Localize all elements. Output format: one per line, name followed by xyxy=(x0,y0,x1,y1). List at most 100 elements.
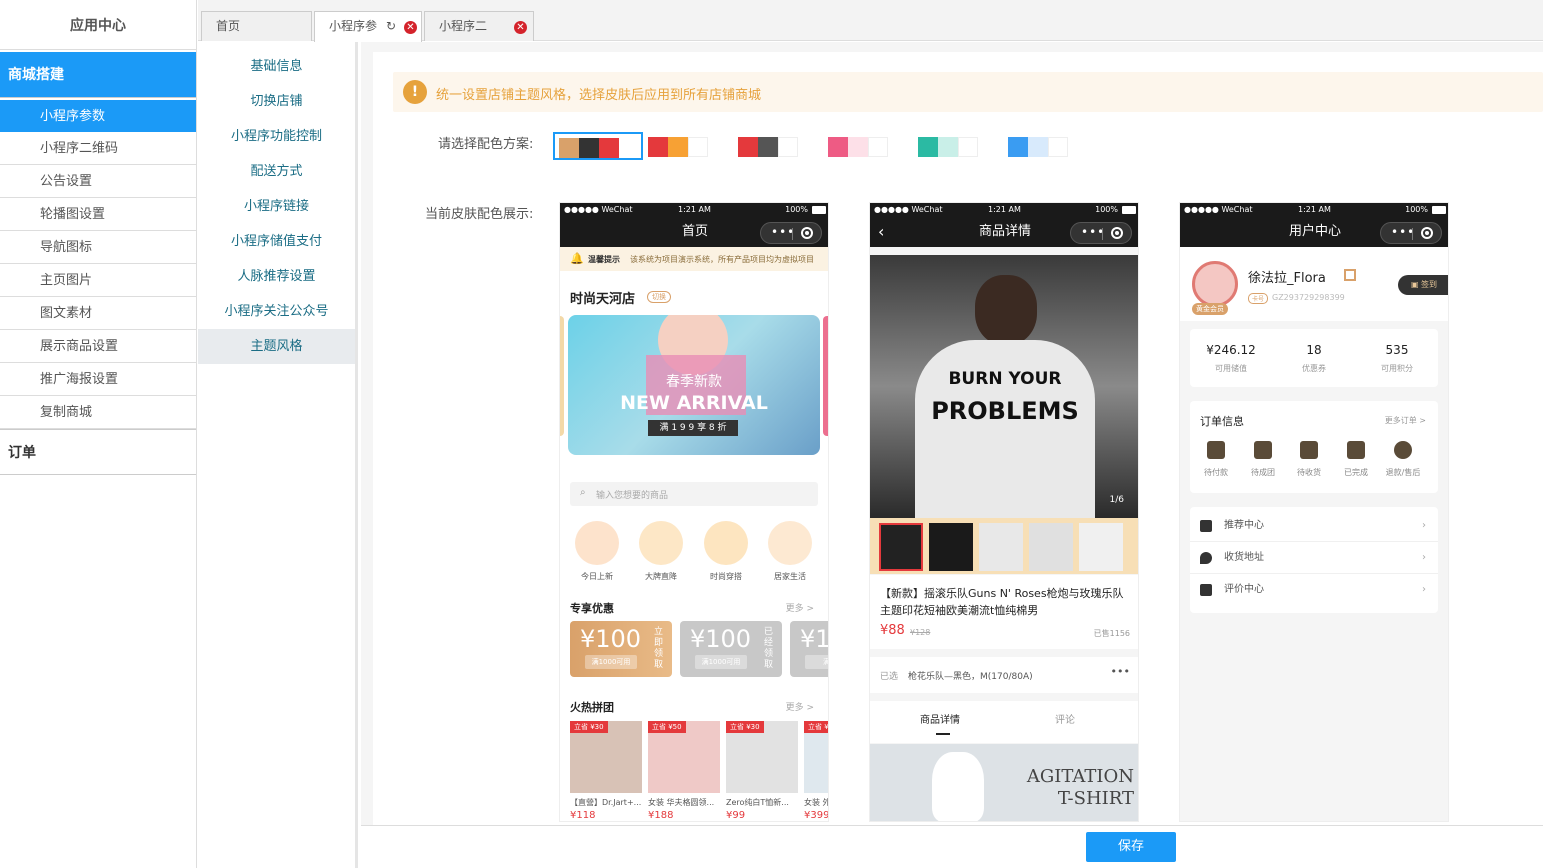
box-icon[interactable] xyxy=(1300,441,1318,459)
sidebar-item-showcase[interactable]: 展示商品设置 xyxy=(0,330,196,363)
stat-value: ¥246.12 xyxy=(1206,343,1256,357)
color-chip xyxy=(668,137,688,157)
order-label: 待收货 xyxy=(1297,468,1321,477)
sidebar-item-materials[interactable]: 图文素材 xyxy=(0,297,196,330)
banner-cn: 春季新款 xyxy=(666,374,722,390)
color-scheme-option[interactable] xyxy=(733,132,823,160)
color-chip xyxy=(559,138,579,158)
color-chip xyxy=(778,137,798,157)
submenu-switch-store[interactable]: 切换店铺 xyxy=(198,84,355,119)
spec-selector[interactable]: 已选 枪花乐队—黑色，M(170/80A) ••• xyxy=(870,657,1138,693)
color-chip xyxy=(828,137,848,157)
group-product-image[interactable]: 立省 ¥ xyxy=(804,721,828,793)
group-product-image[interactable]: 立省 ¥30 xyxy=(726,721,798,793)
submenu-theme-style[interactable]: 主题风格 xyxy=(198,329,355,364)
tab-review[interactable]: 评论 xyxy=(1055,711,1075,726)
card-tag: 卡号 xyxy=(1248,293,1269,304)
banner-sub: 满 1 9 9 享 8 折 xyxy=(648,420,738,436)
discount-more[interactable]: 更多 > xyxy=(786,601,814,614)
group-icon[interactable] xyxy=(1254,441,1272,459)
sidebar-item-miniapp-params[interactable]: 小程序参数 xyxy=(0,100,196,132)
sign-in-button[interactable]: ▣ 签到 xyxy=(1398,275,1448,295)
color-chip xyxy=(958,137,978,157)
color-scheme-option[interactable] xyxy=(553,132,643,160)
group-product-image[interactable]: 立省 ¥30 xyxy=(570,721,642,793)
refresh-icon[interactable]: ↻ xyxy=(386,20,398,32)
submenu-links[interactable]: 小程序链接 xyxy=(198,189,355,224)
sidebar-group-mall[interactable]: 商城搭建 xyxy=(0,52,196,98)
color-scheme-option[interactable] xyxy=(913,132,1003,160)
tab-miniapp-params[interactable]: 小程序参 ↻ ✕ xyxy=(314,11,422,42)
status-bar: ●●●●● WeChat 1:21 AM 100% xyxy=(560,203,828,217)
user-stats: ¥246.12 可用储值 18 优惠券 535 可用积分 xyxy=(1190,329,1438,387)
submenu-follow-official[interactable]: 小程序关注公众号 xyxy=(198,294,355,329)
category-item[interactable]: 今日上新 xyxy=(573,521,621,582)
menu-address[interactable]: 收货地址 › xyxy=(1190,542,1438,574)
close-icon[interactable]: ✕ xyxy=(404,21,417,34)
order-more[interactable]: 更多订单 > xyxy=(1385,415,1426,426)
thumbnail[interactable] xyxy=(1029,523,1073,571)
search-icon: ⌕ xyxy=(580,487,586,498)
sidebar-item-carousel[interactable]: 轮播图设置 xyxy=(0,198,196,231)
product-old-price: ¥128 xyxy=(910,628,931,637)
back-icon[interactable]: ‹ xyxy=(878,217,884,247)
nav-title: 用户中心 xyxy=(1288,224,1341,239)
coupon-card[interactable]: ¥100 满1000可用 立即领取 xyxy=(570,621,672,677)
menu-review[interactable]: 评价中心 › xyxy=(1190,574,1438,606)
coupon-card[interactable]: ¥100 满1000可用 已经领取 xyxy=(680,621,782,677)
menu-recommend[interactable]: 推荐中心 › xyxy=(1190,510,1438,542)
sidebar-item-poster[interactable]: 推广海报设置 xyxy=(0,363,196,396)
tab-product-detail[interactable]: 商品详情 xyxy=(920,711,960,726)
close-icon[interactable]: ✕ xyxy=(514,21,527,34)
search-input[interactable]: ⌕ 输入您想要的商品 xyxy=(570,482,818,506)
more-icon: ••• xyxy=(1110,665,1130,678)
coupon-card[interactable]: ¥1 满10 xyxy=(790,621,828,677)
sidebar-item-copy-mall[interactable]: 复制商城 xyxy=(0,396,196,429)
sidebar-item-nav-icons[interactable]: 导航图标 xyxy=(0,231,196,264)
status-carrier: ●●●●● WeChat xyxy=(564,205,633,214)
product-image[interactable]: BURN YOUR PROBLEMS 1/6 xyxy=(870,255,1138,518)
group-product-price: ¥399 xyxy=(804,810,829,821)
color-scheme-option[interactable] xyxy=(643,132,733,160)
category-item[interactable]: 时尚穿搭 xyxy=(702,521,750,582)
clipboard-icon[interactable] xyxy=(1347,441,1365,459)
save-button[interactable]: 保存 xyxy=(1086,832,1176,862)
group-more[interactable]: 更多 > xyxy=(786,700,814,713)
sidebar-group-order[interactable]: 订单 xyxy=(0,429,196,475)
qrcode-icon[interactable] xyxy=(1344,269,1356,281)
thumbnail[interactable] xyxy=(929,523,973,571)
detail-tabs: 商品详情 评论 xyxy=(870,701,1138,743)
submenu-basic-info[interactable]: 基础信息 xyxy=(198,49,355,84)
avatar[interactable] xyxy=(1192,261,1238,307)
bell-icon: 🔔 xyxy=(570,252,584,265)
refund-icon[interactable] xyxy=(1394,441,1412,459)
notice-banner: ! 统一设置店铺主题风格，选择皮肤后应用到所有店铺商城 xyxy=(393,72,1543,112)
category-item[interactable]: 居家生活 xyxy=(766,521,814,582)
group-product-price: ¥99 xyxy=(726,810,746,821)
stat-label: 优惠券 xyxy=(1302,364,1326,373)
tab-miniapp-qrcode[interactable]: 小程序二 ✕ xyxy=(424,11,534,41)
thumbnail[interactable] xyxy=(979,523,1023,571)
sidebar-item-notice[interactable]: 公告设置 xyxy=(0,165,196,198)
sidebar-item-home-images[interactable]: 主页图片 xyxy=(0,264,196,297)
color-scheme-option[interactable] xyxy=(823,132,913,160)
thumbnail[interactable] xyxy=(1079,523,1123,571)
submenu-stored-value[interactable]: 小程序储值支付 xyxy=(198,224,355,259)
submenu-referral[interactable]: 人脉推荐设置 xyxy=(198,259,355,294)
wallet-icon[interactable] xyxy=(1207,441,1225,459)
bag-icon xyxy=(704,521,748,565)
category-item[interactable]: 大牌直降 xyxy=(637,521,685,582)
thumbnail[interactable] xyxy=(879,523,923,571)
color-scheme-option[interactable] xyxy=(1003,132,1093,160)
color-chip xyxy=(688,137,708,157)
color-chip xyxy=(938,137,958,157)
preview-user: ●●●●● WeChat 1:21 AM 100% 用户中心 ••• 黄金会员 … xyxy=(1179,202,1449,822)
group-product-image[interactable]: 立省 ¥50 xyxy=(648,721,720,793)
color-chip xyxy=(848,137,868,157)
submenu-feature-control[interactable]: 小程序功能控制 xyxy=(198,119,355,154)
tab-label: 首页 xyxy=(216,19,241,33)
sidebar-item-qrcode[interactable]: 小程序二维码 xyxy=(0,132,196,165)
tab-home[interactable]: 首页 xyxy=(201,11,312,41)
app-center-title[interactable]: 应用中心 xyxy=(0,0,196,50)
submenu-delivery[interactable]: 配送方式 xyxy=(198,154,355,189)
